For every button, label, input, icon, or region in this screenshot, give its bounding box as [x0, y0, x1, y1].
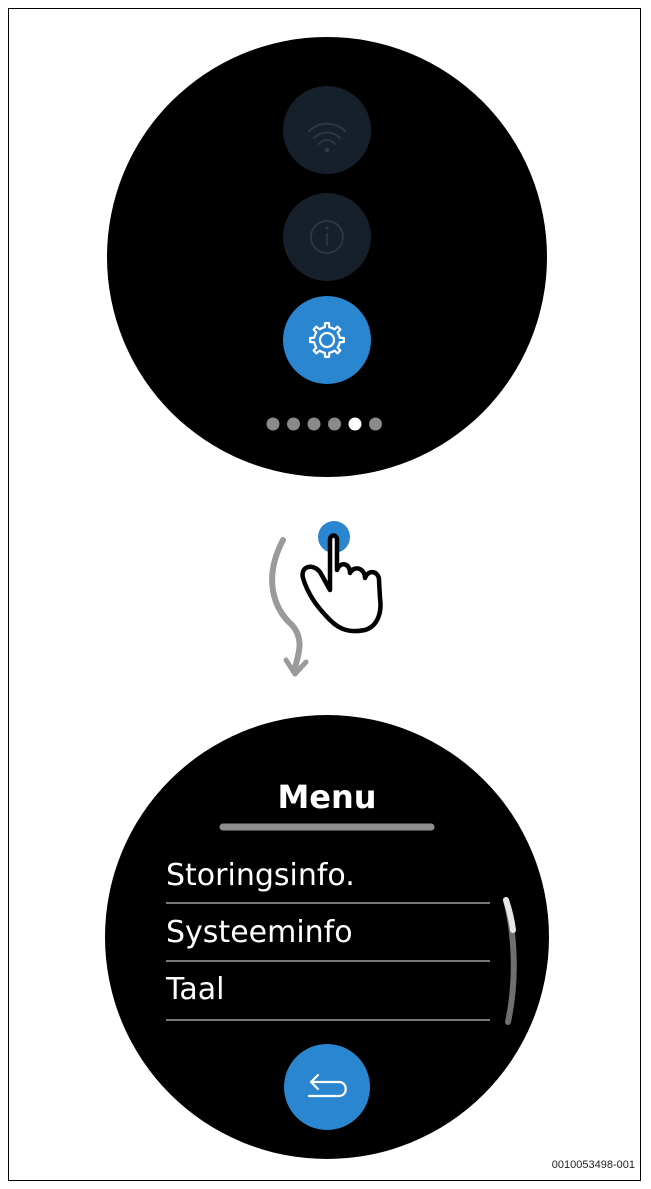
page-dot	[266, 417, 280, 431]
page-dot	[287, 417, 300, 431]
wifi-button[interactable]	[283, 86, 371, 174]
document-id: 0010053498-001	[552, 1159, 635, 1171]
page-dot	[369, 417, 382, 431]
menu-item-label: Systeeminfo	[166, 915, 353, 950]
menu-device-screen: Menu Storingsinfo. Systeeminfo Taal	[105, 715, 549, 1159]
diagram-canvas: Menu Storingsinfo. Systeeminfo Taal 0010…	[105, 37, 635, 1171]
menu-title: Menu	[277, 778, 376, 816]
menu-item-label: Taal	[165, 972, 224, 1007]
menu-item-label: Storingsinfo.	[166, 858, 355, 893]
top-device-screen	[107, 37, 547, 477]
settings-button[interactable]	[283, 296, 371, 384]
hand-tap-icon	[300, 521, 383, 634]
page-dot	[328, 417, 341, 431]
page-dot	[307, 417, 321, 431]
page-dot-active	[348, 417, 362, 431]
swipe-down-arrow-icon	[269, 537, 309, 677]
info-button[interactable]	[283, 193, 371, 281]
back-button[interactable]	[284, 1044, 370, 1130]
gesture-illustration	[269, 521, 383, 677]
